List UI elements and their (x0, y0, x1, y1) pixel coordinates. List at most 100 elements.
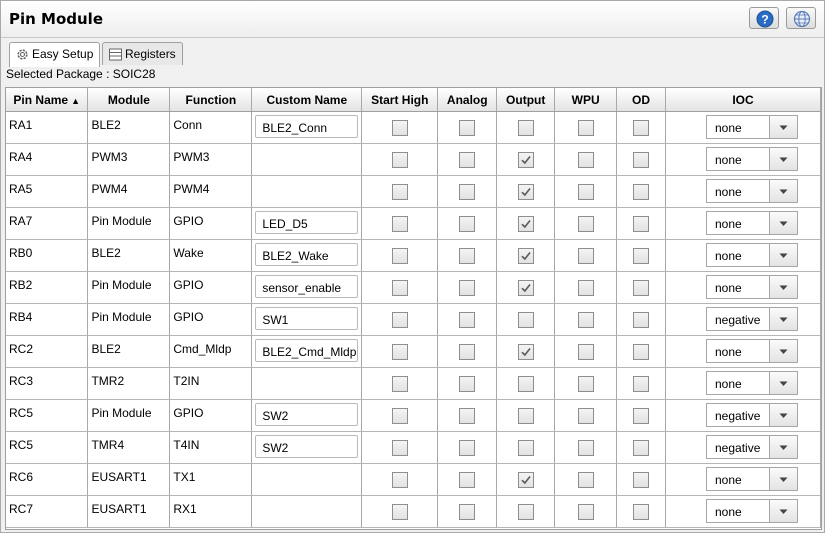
od-checkbox[interactable] (633, 311, 650, 328)
od-checkbox[interactable] (633, 183, 650, 200)
ioc-dropdown-toggle[interactable] (770, 211, 798, 235)
wpu-checkbox[interactable] (577, 247, 594, 264)
start-high-checkbox[interactable] (391, 471, 408, 488)
col-header-output[interactable]: Output (496, 88, 556, 112)
ioc-dropdown[interactable]: none (706, 179, 798, 203)
ioc-dropdown[interactable]: none (706, 499, 798, 523)
col-header-start-high[interactable]: Start High (361, 88, 439, 112)
start-high-checkbox[interactable] (391, 183, 408, 200)
output-checkbox[interactable] (517, 471, 534, 488)
od-checkbox[interactable] (633, 247, 650, 264)
wpu-checkbox[interactable] (577, 439, 594, 456)
col-header-analog[interactable]: Analog (437, 88, 498, 112)
wpu-checkbox[interactable] (577, 471, 594, 488)
ioc-dropdown-toggle[interactable] (770, 179, 798, 203)
output-checkbox[interactable] (517, 119, 534, 136)
ioc-dropdown-toggle[interactable] (770, 467, 798, 491)
wpu-checkbox[interactable] (577, 119, 594, 136)
ioc-dropdown-toggle[interactable] (770, 499, 798, 523)
ioc-dropdown-toggle[interactable] (770, 275, 798, 299)
analog-checkbox[interactable] (459, 183, 476, 200)
od-checkbox[interactable] (633, 279, 650, 296)
ioc-dropdown-toggle[interactable] (770, 115, 798, 139)
output-checkbox[interactable] (517, 343, 534, 360)
output-checkbox[interactable] (517, 375, 534, 392)
ioc-dropdown-toggle[interactable] (770, 371, 798, 395)
wpu-checkbox[interactable] (577, 215, 594, 232)
col-header-custom-name[interactable]: Custom Name (251, 88, 363, 112)
od-checkbox[interactable] (633, 119, 650, 136)
analog-checkbox[interactable] (459, 439, 476, 456)
output-checkbox[interactable] (517, 183, 534, 200)
col-header-module[interactable]: Module (87, 88, 171, 112)
ioc-dropdown-toggle[interactable] (770, 339, 798, 363)
custom-name-field[interactable]: SW2 (255, 435, 359, 458)
wpu-checkbox[interactable] (577, 279, 594, 296)
col-header-od[interactable]: OD (616, 88, 666, 112)
help-button[interactable]: ? (749, 7, 779, 29)
ioc-dropdown[interactable]: negative (706, 403, 798, 427)
output-checkbox[interactable] (517, 407, 534, 424)
col-header-ioc[interactable]: IOC (665, 88, 821, 112)
wpu-checkbox[interactable] (577, 343, 594, 360)
output-checkbox[interactable] (517, 503, 534, 520)
analog-checkbox[interactable] (459, 311, 476, 328)
analog-checkbox[interactable] (459, 151, 476, 168)
cell-custom-name[interactable] (251, 463, 363, 496)
output-checkbox[interactable] (517, 151, 534, 168)
wpu-checkbox[interactable] (577, 503, 594, 520)
ioc-dropdown[interactable]: none (706, 147, 798, 171)
od-checkbox[interactable] (633, 439, 650, 456)
od-checkbox[interactable] (633, 343, 650, 360)
analog-checkbox[interactable] (459, 215, 476, 232)
custom-name-field[interactable]: SW1 (255, 307, 359, 330)
custom-name-field[interactable]: BLE2_Wake (255, 243, 359, 266)
cell-custom-name[interactable] (251, 495, 363, 528)
output-checkbox[interactable] (517, 215, 534, 232)
ioc-dropdown-toggle[interactable] (770, 243, 798, 267)
output-checkbox[interactable] (517, 439, 534, 456)
ioc-dropdown[interactable]: none (706, 371, 798, 395)
custom-name-field[interactable]: BLE2_Conn (255, 115, 359, 138)
start-high-checkbox[interactable] (391, 119, 408, 136)
tab-easy-setup[interactable]: Easy Setup (9, 42, 101, 67)
analog-checkbox[interactable] (459, 375, 476, 392)
ioc-dropdown-toggle[interactable] (770, 307, 798, 331)
cell-custom-name[interactable] (251, 175, 363, 208)
od-checkbox[interactable] (633, 407, 650, 424)
ioc-dropdown[interactable]: negative (706, 435, 798, 459)
tab-registers[interactable]: Registers (102, 42, 183, 65)
analog-checkbox[interactable] (459, 407, 476, 424)
analog-checkbox[interactable] (459, 343, 476, 360)
ioc-dropdown[interactable]: none (706, 275, 798, 299)
wpu-checkbox[interactable] (577, 151, 594, 168)
output-checkbox[interactable] (517, 247, 534, 264)
ioc-dropdown[interactable]: negative (706, 307, 798, 331)
ioc-dropdown-toggle[interactable] (770, 435, 798, 459)
col-header-pin-name[interactable]: Pin Name ▲ (6, 88, 89, 112)
analog-checkbox[interactable] (459, 279, 476, 296)
od-checkbox[interactable] (633, 151, 650, 168)
col-header-function[interactable]: Function (169, 88, 253, 112)
wpu-checkbox[interactable] (577, 183, 594, 200)
start-high-checkbox[interactable] (391, 311, 408, 328)
cell-custom-name[interactable] (251, 367, 363, 400)
wpu-checkbox[interactable] (577, 375, 594, 392)
analog-checkbox[interactable] (459, 471, 476, 488)
start-high-checkbox[interactable] (391, 215, 408, 232)
analog-checkbox[interactable] (459, 503, 476, 520)
od-checkbox[interactable] (633, 471, 650, 488)
analog-checkbox[interactable] (459, 247, 476, 264)
ioc-dropdown[interactable]: none (706, 243, 798, 267)
start-high-checkbox[interactable] (391, 439, 408, 456)
custom-name-field[interactable]: LED_D5 (255, 211, 359, 234)
ioc-dropdown[interactable]: none (706, 339, 798, 363)
start-high-checkbox[interactable] (391, 247, 408, 264)
col-header-wpu[interactable]: WPU (554, 88, 618, 112)
start-high-checkbox[interactable] (391, 343, 408, 360)
start-high-checkbox[interactable] (391, 151, 408, 168)
custom-name-field[interactable]: sensor_enable (255, 275, 359, 298)
wpu-checkbox[interactable] (577, 407, 594, 424)
analog-checkbox[interactable] (459, 119, 476, 136)
od-checkbox[interactable] (633, 503, 650, 520)
